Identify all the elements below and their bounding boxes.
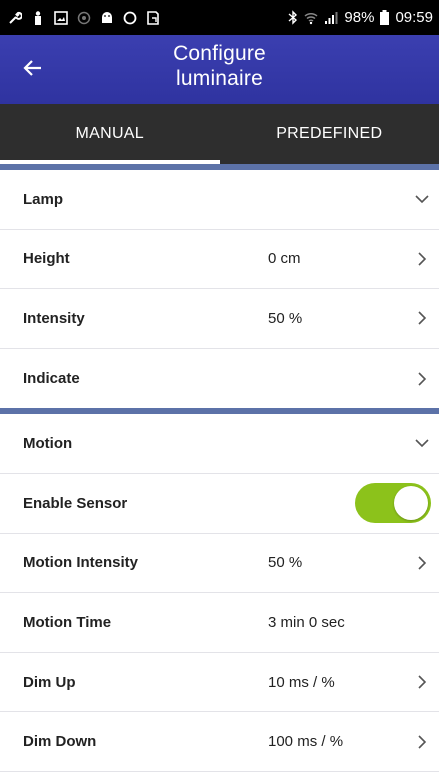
row-value: 10 ms / % [268, 673, 335, 691]
motion-time-row[interactable]: Motion Time 3 min 0 sec [0, 593, 439, 653]
chevron-down-icon [415, 437, 429, 451]
ring-icon [123, 11, 137, 25]
clock: 09:59 [395, 9, 433, 26]
motion-section-header[interactable]: Motion [0, 414, 439, 474]
row-value: 50 % [268, 309, 303, 327]
row-label: Motion Time [23, 613, 112, 631]
chevron-right-icon [415, 735, 429, 749]
settings-list: Lamp Height 0 cm Intensity 50 % Indicate… [0, 170, 439, 772]
height-row[interactable]: Height 0 cm [0, 230, 439, 290]
dim-up-row[interactable]: Dim Up 10 ms / % [0, 653, 439, 713]
row-value: 3 min 0 sec [268, 613, 345, 631]
android-icon [100, 11, 114, 25]
status-bar-notifications [8, 10, 160, 25]
page-title: Configure luminaire [173, 42, 266, 90]
app-bar: Configure luminaire [0, 35, 439, 104]
chevron-right-icon [415, 252, 429, 266]
row-label: Dim Up [23, 673, 76, 691]
lamp-section-header[interactable]: Lamp [0, 170, 439, 230]
row-label: Intensity [23, 309, 85, 327]
bluetooth-icon [288, 10, 298, 25]
motion-intensity-row[interactable]: Motion Intensity 50 % [0, 534, 439, 594]
wifi-icon [304, 11, 318, 25]
chevron-down-icon [415, 192, 429, 206]
dim-down-row[interactable]: Dim Down 100 ms / % [0, 712, 439, 772]
tab-bar: MANUAL PREDEFINED [0, 104, 439, 164]
person-icon [31, 10, 45, 25]
section-title: Motion [23, 435, 73, 453]
toggle-knob [394, 486, 428, 521]
row-label: Indicate [23, 370, 80, 388]
row-label: Height [23, 250, 70, 268]
image-icon [54, 10, 68, 25]
tab-manual[interactable]: MANUAL [0, 104, 220, 164]
row-value: 0 cm [268, 250, 301, 268]
signal-icon [324, 11, 338, 25]
chevron-right-icon [415, 675, 429, 689]
enable-sensor-toggle[interactable] [355, 483, 431, 524]
circle-dot-icon [77, 11, 91, 25]
battery-percent: 98% [344, 9, 375, 26]
chevron-right-icon [415, 311, 429, 326]
chevron-right-icon [415, 556, 429, 570]
tab-predefined[interactable]: PREDEFINED [220, 104, 439, 164]
wrench-icon [8, 11, 22, 25]
status-bar-system: 98% 09:59 [288, 9, 433, 26]
row-label: Enable Sensor [23, 494, 128, 512]
indicate-row[interactable]: Indicate [0, 349, 439, 409]
section-title: Lamp [23, 190, 64, 208]
status-bar: 98% 09:59 [0, 0, 439, 35]
row-label: Dim Down [23, 733, 97, 751]
row-label: Motion Intensity [23, 554, 138, 572]
screenshot-icon [146, 10, 160, 25]
row-value: 50 % [268, 554, 303, 572]
enable-sensor-row: Enable Sensor [0, 474, 439, 534]
intensity-row[interactable]: Intensity 50 % [0, 289, 439, 349]
row-value: 100 ms / % [268, 733, 344, 751]
battery-icon [380, 10, 390, 25]
chevron-right-icon [415, 372, 429, 386]
